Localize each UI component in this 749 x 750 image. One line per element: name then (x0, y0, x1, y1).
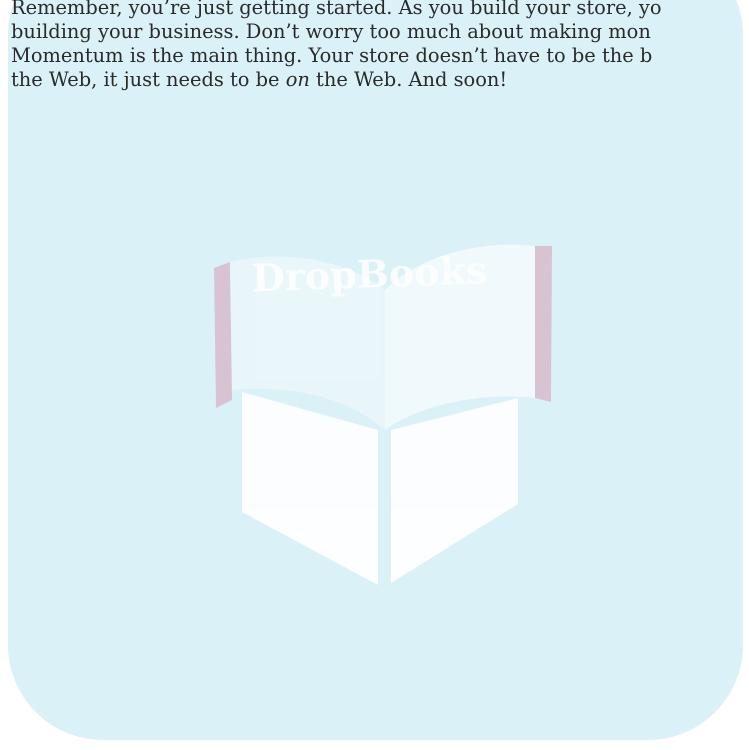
paragraph-line-4-end: the Web. And soon! (309, 68, 508, 91)
paragraph-line-4-start: the Web, it just needs to be (11, 68, 286, 91)
paragraph-line-2: building your business. Don’t worry too … (11, 20, 651, 43)
paragraph-emphasis: on (285, 68, 310, 91)
dropbooks-logo-text: DropBooks (251, 247, 488, 300)
document-page: DropBooks Remember, you’re just getting … (0, 0, 749, 750)
paragraph-line-4: the Web, it just needs to be on the Web.… (11, 68, 749, 92)
paragraph-line-1: Remember, you’re just getting started. A… (11, 0, 662, 19)
paragraph-line-3: Momentum is the main thing. Your store d… (11, 44, 653, 67)
book-cover-left (214, 262, 232, 408)
dropbooks-watermark: DropBooks (8, 0, 743, 740)
body-paragraph: Remember, you’re just getting started. A… (11, 0, 749, 92)
book-cover-right (535, 246, 552, 402)
